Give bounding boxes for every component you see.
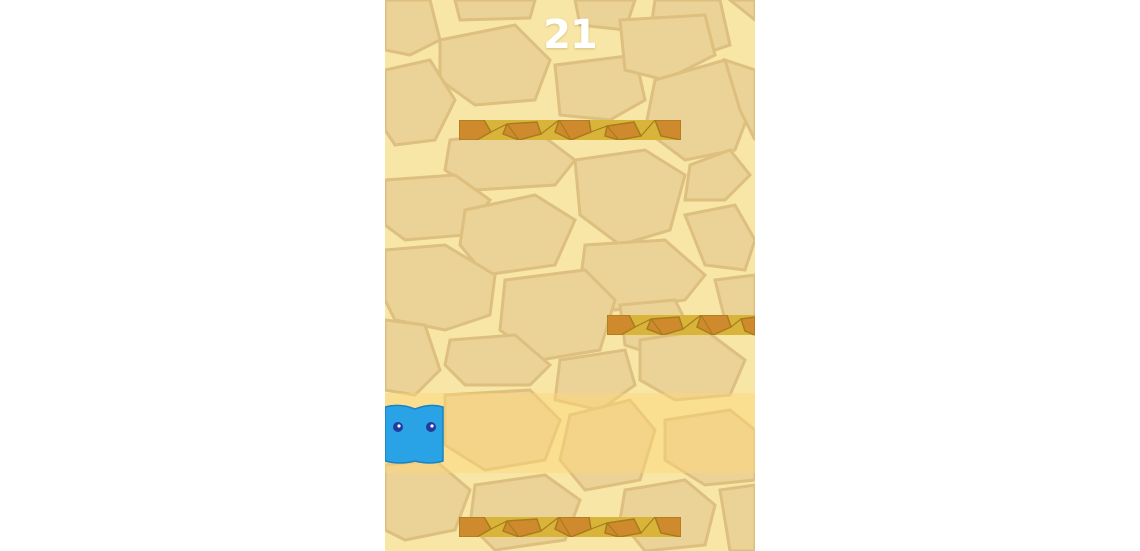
player-body [385, 404, 444, 464]
score-counter: 21 [543, 12, 598, 58]
game-canvas[interactable]: 21 [385, 0, 755, 551]
platform-mid [607, 315, 755, 335]
blue-block-player[interactable] [385, 403, 445, 465]
platform-top [459, 120, 681, 140]
platform-bottom [459, 517, 681, 537]
